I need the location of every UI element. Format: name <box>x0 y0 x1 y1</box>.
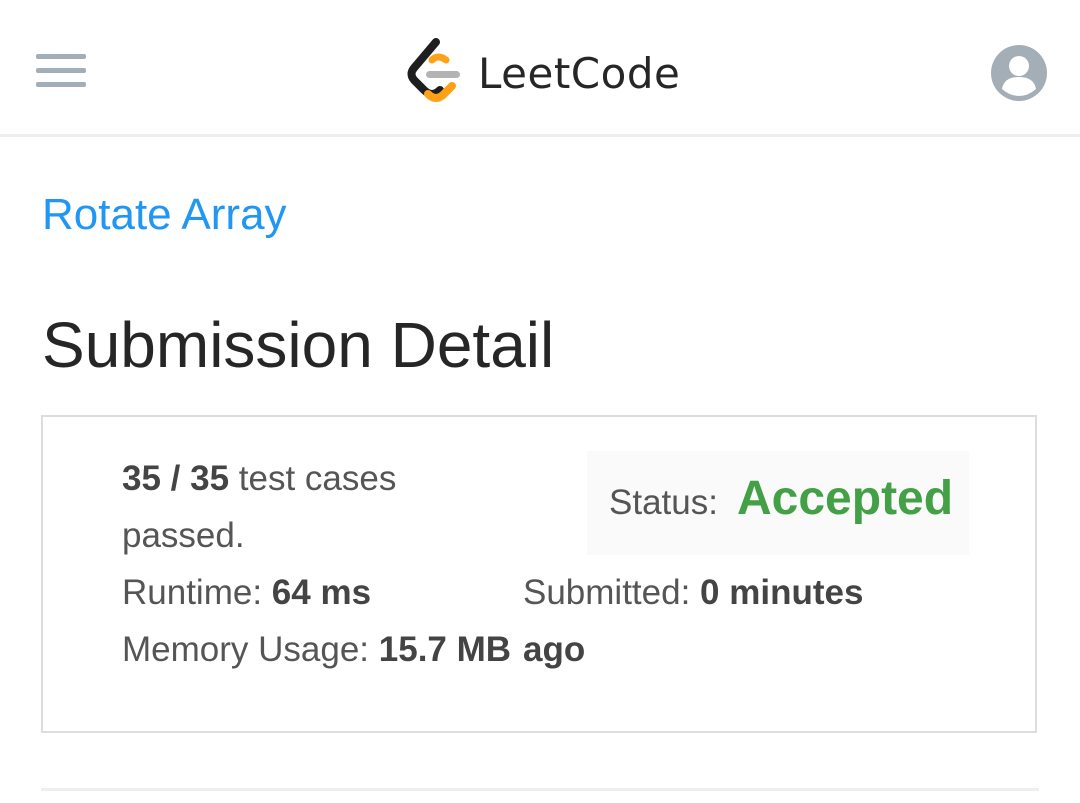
leetcode-logo-icon <box>407 38 460 102</box>
runtime-value: 64 ms <box>271 573 372 612</box>
user-avatar-icon[interactable] <box>990 44 1048 102</box>
problem-title-link[interactable]: Rotate Array <box>42 190 287 240</box>
memory-value: 15.7 MB <box>378 630 512 669</box>
status-label: Status: <box>609 483 718 522</box>
status-panel: Status: Accepted <box>587 451 969 555</box>
top-navbar: LeetCode <box>0 0 1080 137</box>
test-cases-suffix: test cases <box>238 459 397 498</box>
section-divider <box>41 788 1039 791</box>
test-cases-line: 35 / 35 test cases <box>122 459 396 499</box>
submission-detail-card: 35 / 35 test cases passed. Status: Accep… <box>41 415 1037 733</box>
runtime-line: Runtime: 64 ms <box>122 573 371 613</box>
hamburger-menu-icon[interactable] <box>34 52 88 90</box>
submitted-value: 0 minutes <box>700 573 864 612</box>
leetcode-logo[interactable]: LeetCode <box>406 38 680 108</box>
memory-label: Memory Usage: <box>122 630 370 669</box>
logo-text: LeetCode <box>478 48 681 98</box>
submitted-suffix: ago <box>523 630 586 669</box>
runtime-label: Runtime: <box>122 573 263 612</box>
page-title: Submission Detail <box>42 309 555 381</box>
status-accepted[interactable]: Accepted <box>737 471 953 526</box>
passed-label: passed. <box>122 516 245 555</box>
submitted-line: Submitted: 0 minutes <box>523 573 863 613</box>
submitted-label: Submitted: <box>523 573 691 612</box>
memory-line: Memory Usage: 15.7 MB <box>122 630 511 670</box>
test-cases-count: 35 / 35 <box>122 459 230 498</box>
